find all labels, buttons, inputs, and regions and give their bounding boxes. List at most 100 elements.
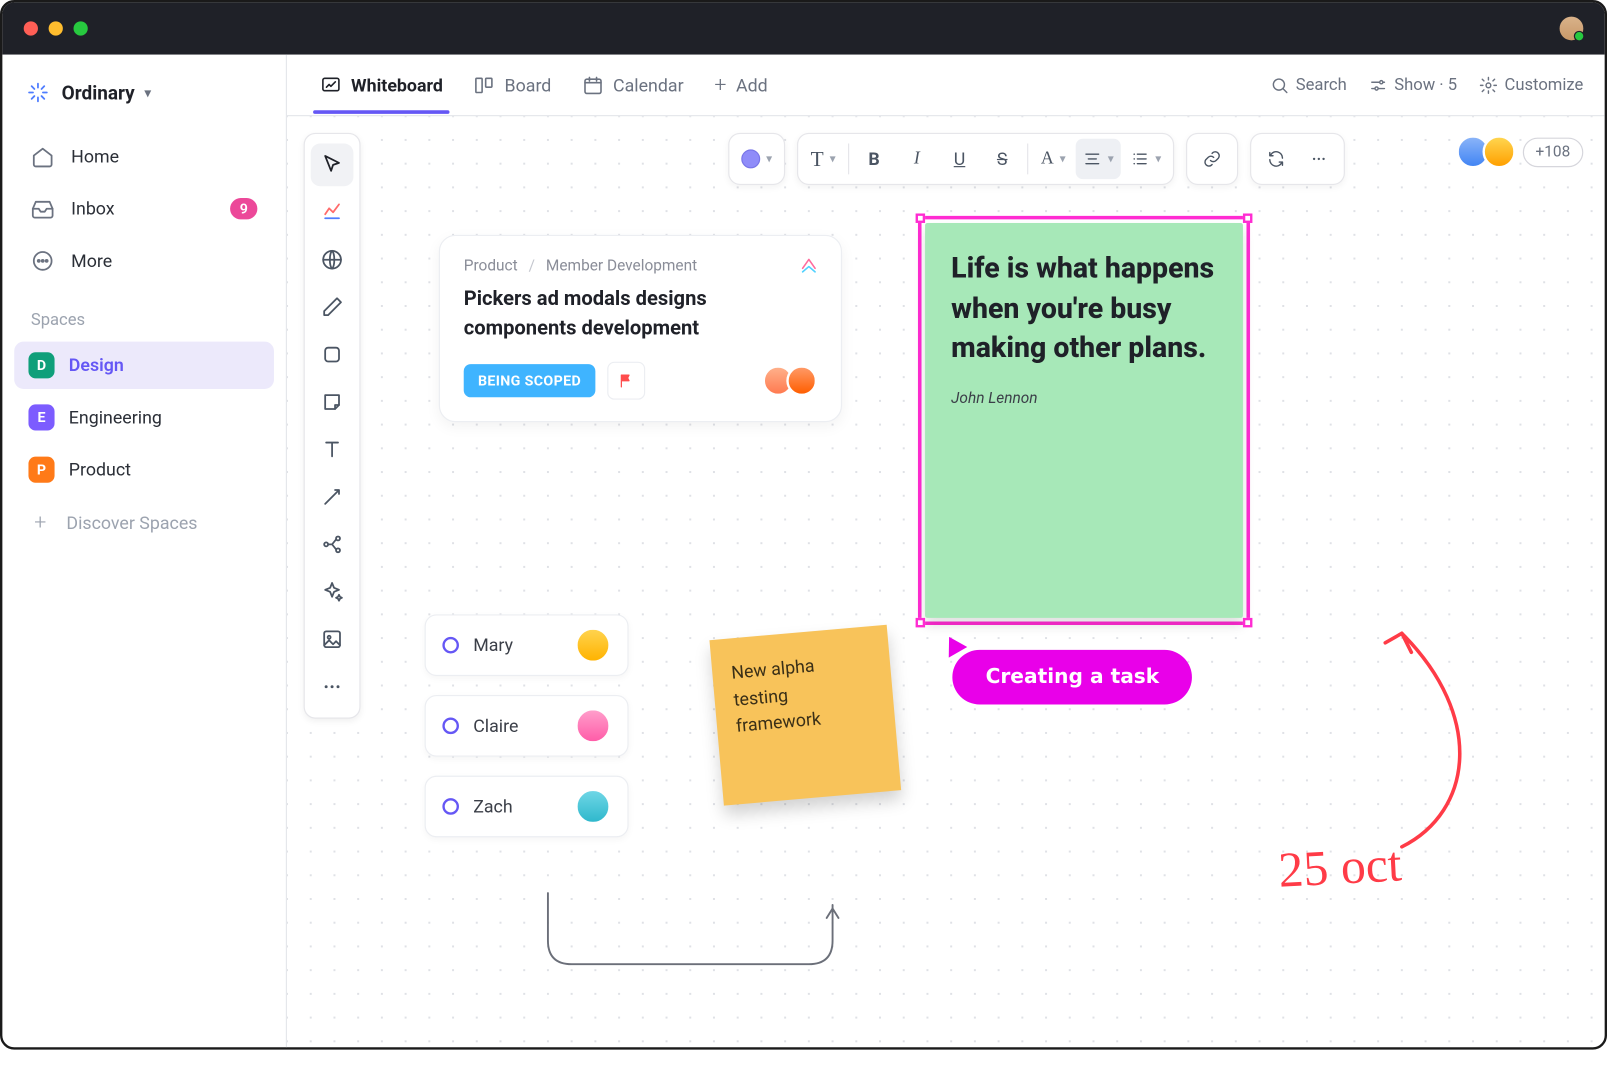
chevron-down-icon: ▾ bbox=[1108, 152, 1114, 165]
sidebar-item-label: More bbox=[71, 250, 112, 271]
search-label: Search bbox=[1296, 75, 1347, 94]
sliders-icon bbox=[1368, 75, 1387, 94]
customize-button[interactable]: Customize bbox=[1478, 75, 1583, 94]
person-name: Mary bbox=[473, 635, 561, 656]
home-icon bbox=[31, 145, 55, 169]
more-collaborators-count[interactable]: +108 bbox=[1522, 137, 1583, 167]
tool-text[interactable] bbox=[311, 428, 354, 471]
space-item-product[interactable]: P Product bbox=[14, 446, 274, 493]
window-controls bbox=[24, 21, 88, 35]
breadcrumb[interactable]: Product / Member Development bbox=[464, 257, 817, 275]
space-item-design[interactable]: D Design bbox=[14, 342, 274, 389]
whiteboard-canvas[interactable]: +108 bbox=[287, 116, 1605, 1047]
maximize-window-button[interactable] bbox=[74, 21, 88, 35]
current-user-avatar[interactable] bbox=[1560, 17, 1584, 41]
tab-calendar[interactable]: Calendar bbox=[570, 58, 695, 113]
strikethrough-button[interactable]: S bbox=[982, 139, 1022, 179]
chevron-down-icon: ▾ bbox=[1060, 152, 1066, 165]
convert-button[interactable] bbox=[1256, 139, 1296, 179]
format-toolbar: ▾ T▾ B I U S A▾ ▾ ▾ bbox=[728, 133, 1345, 185]
sticky-quote-selected[interactable]: Life is what happens when you're busy ma… bbox=[918, 216, 1250, 625]
tab-label: Add bbox=[736, 74, 768, 95]
main-area: Whiteboard Board Calendar + Add bbox=[287, 55, 1605, 1048]
tool-more[interactable] bbox=[311, 665, 354, 708]
underline-button[interactable]: U bbox=[939, 139, 979, 179]
space-name: Product bbox=[69, 459, 131, 480]
tool-web[interactable] bbox=[311, 238, 354, 281]
avatar[interactable] bbox=[786, 366, 817, 397]
list-button[interactable]: ▾ bbox=[1123, 139, 1168, 179]
tab-whiteboard[interactable]: Whiteboard bbox=[308, 58, 454, 113]
chevron-down-icon: ▾ bbox=[766, 152, 772, 165]
plus-icon: + bbox=[714, 72, 726, 97]
tool-connector[interactable] bbox=[311, 476, 354, 519]
view-tabs-bar: Whiteboard Board Calendar + Add bbox=[287, 55, 1605, 117]
link-button[interactable] bbox=[1192, 139, 1232, 179]
discover-spaces-button[interactable]: + Discover Spaces bbox=[14, 498, 274, 547]
sticky-note-yellow[interactable]: New alpha testing framework bbox=[709, 625, 901, 806]
tool-task[interactable] bbox=[311, 191, 354, 234]
bold-button[interactable]: B bbox=[854, 139, 894, 179]
show-label: Show · 5 bbox=[1394, 75, 1457, 94]
tool-image[interactable] bbox=[311, 618, 354, 661]
hand-written-date: 25 oct bbox=[1277, 837, 1403, 900]
resize-handle[interactable] bbox=[916, 618, 925, 627]
text-color-button[interactable]: A▾ bbox=[1033, 139, 1073, 179]
whiteboard-icon bbox=[320, 74, 341, 95]
italic-button[interactable]: I bbox=[897, 139, 937, 179]
align-button[interactable]: ▾ bbox=[1076, 139, 1121, 179]
tool-ai[interactable] bbox=[311, 570, 354, 613]
breadcrumb-sep: / bbox=[529, 257, 535, 275]
sidebar-item-inbox[interactable]: Inbox 9 bbox=[14, 185, 274, 232]
collaborator-avatars[interactable]: +108 bbox=[1463, 135, 1583, 168]
chevron-down-icon: ▾ bbox=[830, 152, 836, 165]
person-name: Zach bbox=[473, 796, 561, 817]
person-name: Claire bbox=[473, 715, 561, 736]
avatar bbox=[575, 627, 611, 663]
close-window-button[interactable] bbox=[24, 21, 38, 35]
radio-icon[interactable] bbox=[442, 798, 459, 815]
breadcrumb-item[interactable]: Member Development bbox=[546, 257, 697, 275]
more-options-button[interactable] bbox=[1299, 139, 1339, 179]
breadcrumb-item[interactable]: Product bbox=[464, 257, 518, 275]
resize-handle[interactable] bbox=[1243, 213, 1252, 222]
search-button[interactable]: Search bbox=[1270, 75, 1347, 94]
radio-icon[interactable] bbox=[442, 637, 459, 654]
color-picker-button[interactable]: ▾ bbox=[734, 139, 779, 179]
priority-flag-button[interactable] bbox=[607, 362, 645, 400]
show-filters-button[interactable]: Show · 5 bbox=[1368, 75, 1457, 94]
space-badge: E bbox=[28, 404, 54, 430]
tool-shape[interactable] bbox=[311, 333, 354, 376]
sidebar-item-home[interactable]: Home bbox=[14, 133, 274, 180]
tab-label: Whiteboard bbox=[351, 74, 443, 95]
person-card[interactable]: Zach bbox=[425, 776, 629, 838]
avatar[interactable] bbox=[1482, 135, 1515, 168]
workspace-switcher[interactable]: Ordinary ▾ bbox=[14, 71, 274, 114]
plus-icon: + bbox=[28, 510, 52, 535]
task-assignees[interactable] bbox=[770, 366, 817, 397]
tool-mindmap[interactable] bbox=[311, 523, 354, 566]
sidebar-item-more[interactable]: More bbox=[14, 237, 274, 284]
resize-handle[interactable] bbox=[916, 213, 925, 222]
tab-label: Board bbox=[505, 74, 552, 95]
tool-sticky[interactable] bbox=[311, 381, 354, 424]
tool-pen[interactable] bbox=[311, 286, 354, 329]
add-view-button[interactable]: + Add bbox=[703, 56, 780, 114]
connector-arrow[interactable] bbox=[536, 887, 868, 982]
text-style-button[interactable]: T▾ bbox=[803, 139, 843, 179]
tab-board[interactable]: Board bbox=[462, 58, 563, 113]
calendar-icon bbox=[582, 74, 603, 95]
space-item-engineering[interactable]: E Engineering bbox=[14, 394, 274, 441]
minimize-window-button[interactable] bbox=[49, 21, 63, 35]
radio-icon[interactable] bbox=[442, 718, 459, 735]
space-name: Engineering bbox=[69, 407, 162, 428]
task-card[interactable]: Product / Member Development Pickers ad … bbox=[439, 235, 842, 423]
status-badge[interactable]: BEING SCOPED bbox=[464, 364, 596, 397]
tool-cursor[interactable] bbox=[311, 144, 354, 187]
sticky-note-green[interactable]: Life is what happens when you're busy ma… bbox=[925, 223, 1243, 618]
resize-handle[interactable] bbox=[1243, 618, 1252, 627]
person-card[interactable]: Claire bbox=[425, 695, 629, 757]
person-card[interactable]: Mary bbox=[425, 614, 629, 676]
customize-label: Customize bbox=[1505, 75, 1584, 94]
avatar bbox=[575, 789, 611, 825]
